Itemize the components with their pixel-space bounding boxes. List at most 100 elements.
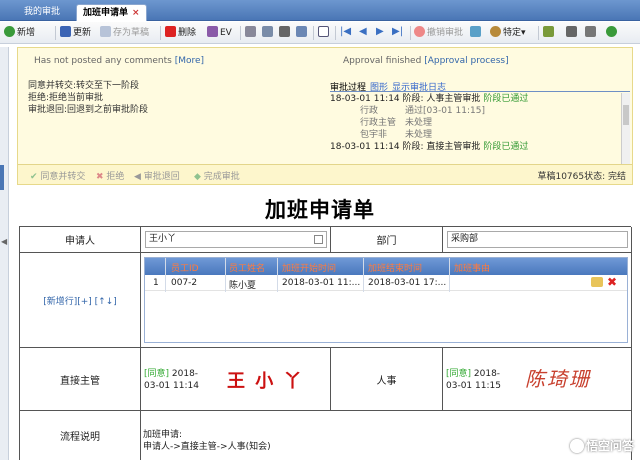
approve-tag: [同意]	[144, 369, 170, 379]
ev-button[interactable]: EV	[207, 25, 232, 41]
log-stage-row: 18-03-01 11:14 阶段: 人事主管审批 阶段已通过	[330, 94, 529, 104]
check-icon: ✔	[30, 172, 38, 182]
row-number: 1	[153, 278, 159, 288]
gear-icon	[490, 26, 501, 37]
hr-signature: 陈琦珊	[525, 367, 591, 391]
review-button[interactable]	[470, 25, 483, 41]
side-panel-handle[interactable]: ◀	[0, 47, 9, 460]
unlink-button[interactable]	[585, 25, 598, 41]
complete-approval-button[interactable]: ◆ 完成审批	[194, 169, 240, 182]
flow-description: 加班申请: 申请人->直接主管->人事(知会)	[143, 430, 271, 452]
applicant-field[interactable]: 王小丫	[145, 231, 327, 248]
link-button[interactable]	[566, 25, 579, 41]
chevron-down-icon: ▾	[521, 28, 526, 38]
grid-header: 员工ID 员工姓名 加班开始时间 加班结束时间 加班事由	[145, 258, 627, 275]
hr-approval-info: [同意] 2018- 03-01 11:15	[446, 369, 501, 391]
preview-button[interactable]	[296, 25, 309, 41]
revoke-icon	[414, 26, 425, 37]
first-record-icon[interactable]: |◀	[340, 26, 351, 37]
tab-graph[interactable]: 图形	[370, 83, 388, 93]
link-icon	[566, 26, 577, 37]
detail-grid-cell: 员工ID 员工姓名 加班开始时间 加班结束时间 加班事由 1 007-2 陈小夏…	[141, 253, 632, 348]
close-icon[interactable]: ×	[132, 8, 140, 18]
save-draft-icon	[100, 26, 111, 37]
hr-label: 人事	[331, 348, 443, 411]
note-line: 同意并转交:转交至下一阶段	[28, 81, 140, 91]
dept-label: 部门	[331, 227, 443, 253]
tab-label: 我的审批	[24, 7, 61, 17]
overtime-form: 申请人 王小丫 部门 采购部 [新增行][+] [↑↓] 员工ID 员工姓名 加…	[19, 226, 632, 460]
dept-field[interactable]: 采购部	[447, 231, 628, 248]
pencil-icon	[543, 26, 554, 37]
approval-panel: Has not posted any comments [More] Appro…	[17, 47, 633, 185]
scroll-thumb[interactable]	[623, 105, 629, 125]
print-icon	[279, 26, 290, 37]
refresh-button[interactable]	[606, 25, 619, 41]
return-button[interactable]: ◀ 审批退回	[134, 169, 180, 182]
x-icon: ✖	[96, 172, 104, 182]
log-scrollbar[interactable]	[621, 93, 630, 164]
grid-header-cell: 加班开始时间	[282, 264, 337, 274]
scissors-icon	[245, 26, 256, 37]
last-record-icon[interactable]: ▶|	[392, 26, 403, 37]
table-row[interactable]: 1 007-2 陈小夏 2018-03-01 11:... 2018-03-01…	[145, 275, 627, 291]
applicant-cell: 王小丫	[141, 227, 331, 253]
grid-header-cell: 员工ID	[171, 264, 199, 274]
specific-dropdown[interactable]: 特定▾	[490, 25, 526, 41]
approval-log: 审批过程 图形 显示审批日志 18-03-01 11:14 阶段: 人事主管审批 阶…	[330, 80, 630, 164]
approve-forward-button[interactable]: ✔ 同意并转交	[30, 169, 85, 182]
flow-description-cell: 加班申请: 申请人->直接主管->人事(知会)	[141, 411, 632, 460]
tools-button[interactable]	[245, 25, 258, 41]
log-approver-row: 包宇非 未处理	[360, 130, 433, 140]
reject-button[interactable]: ✖ 拒绝	[96, 169, 124, 182]
next-record-icon[interactable]: ▶	[376, 26, 384, 37]
comments-header: Has not posted any comments [More]	[34, 56, 205, 66]
complete-icon: ◆	[194, 172, 201, 182]
log-approver-row: 行政主管 未处理	[360, 118, 433, 128]
log-stage-row: 18-03-01 11:14 阶段: 直接主管审批 阶段已通过	[330, 142, 529, 152]
prev-record-icon[interactable]: ◀	[359, 26, 367, 37]
preview-icon	[296, 26, 307, 37]
grid-header-cell: 员工姓名	[229, 264, 266, 274]
employee-name-cell[interactable]: 陈小夏	[229, 278, 256, 291]
tab-bar: 我的审批 加班申请单 ×	[0, 0, 640, 21]
edit-button[interactable]	[543, 25, 556, 41]
collapse-arrow-icon[interactable]: ◀	[1, 237, 7, 246]
print-button[interactable]	[279, 25, 292, 41]
status-text: 草稿10765状态: 完结	[537, 172, 626, 182]
mail-button[interactable]	[318, 25, 331, 41]
save-draft-button[interactable]: 存为草稿	[100, 25, 149, 41]
delete-row-icon[interactable]: ✖	[607, 275, 617, 289]
start-time-cell[interactable]: 2018-03-01 11:...	[282, 278, 360, 288]
toolbar: 新增 更新 存为草稿 删除 EV |◀ ◀ ▶ ▶| 撤销审批 特定▾	[0, 22, 640, 44]
approval-process-link[interactable]: [Approval process]	[424, 56, 508, 66]
tab-label: 加班申请单	[83, 8, 129, 18]
more-link[interactable]: [More]	[175, 56, 204, 66]
applicant-label: 申请人	[20, 227, 141, 253]
ev-icon	[207, 26, 218, 37]
save-icon	[60, 26, 71, 37]
dept-cell: 采购部	[443, 227, 632, 253]
hr-cell: [同意] 2018- 03-01 11:15 陈琦珊	[443, 348, 632, 411]
approval-status-header: Approval finished [Approval process]	[343, 56, 509, 66]
action-notes: 同意并转交:转交至下一阶段 拒绝:拒绝当前审批 审批退回:回退到之前审批阶段	[28, 80, 148, 116]
add-row-link[interactable]: [新增行][+] [↑↓]	[20, 253, 141, 348]
grid-header-cell: 加班事由	[454, 264, 491, 274]
watermark: 悟空问答	[569, 437, 634, 454]
employee-id-cell[interactable]: 007-2	[171, 278, 197, 288]
picker-icon[interactable]	[314, 235, 323, 244]
folder-icon[interactable]	[591, 277, 603, 287]
unlink-icon	[585, 26, 596, 37]
update-button[interactable]: 更新	[60, 25, 91, 41]
tab-overtime-form[interactable]: 加班申请单 ×	[76, 4, 147, 21]
revoke-approval-button[interactable]: 撤销审批	[414, 25, 463, 41]
show-log-link[interactable]: 显示审批日志	[392, 83, 446, 93]
pdf-button[interactable]	[262, 25, 275, 41]
back-arrow-icon: ◀	[134, 172, 141, 182]
direct-manager-signature: 王 小 丫	[227, 371, 304, 392]
end-time-cell[interactable]: 2018-03-01 17:...	[368, 278, 446, 288]
tab-approval-process[interactable]: 审批过程	[330, 83, 366, 93]
delete-button[interactable]: 删除	[165, 25, 196, 41]
tab-my-approvals[interactable]: 我的审批	[18, 4, 66, 21]
new-button[interactable]: 新增	[4, 25, 35, 41]
